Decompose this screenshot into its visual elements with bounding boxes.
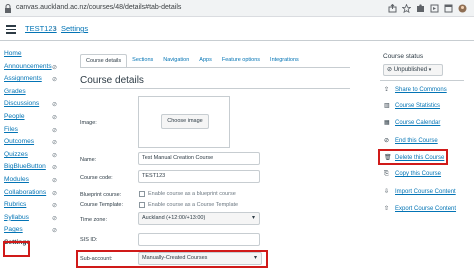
timezone-select[interactable]: Auckland (+12:00/+13:00) ▾ [138,212,260,225]
hidden-eye-icon: ⊘ [52,127,58,134]
star-icon[interactable] [402,4,411,13]
nav-item-rubrics[interactable]: Rubrics ⊘ [4,201,64,214]
nav-item-home[interactable]: Home [4,50,64,63]
unpublished-label: Unpublished [393,67,428,73]
copy-icon: ⎘ [384,171,389,177]
sidebar-divider [380,80,464,81]
tab-course-details[interactable]: Course details [80,54,128,68]
course-status-heading: Course status [383,53,424,60]
nav-item-modules[interactable]: Modules ⊘ [4,176,64,189]
hidden-eye-icon: ⊘ [52,215,58,222]
hidden-eye-icon: ⊘ [52,152,58,159]
header-divider [0,40,474,41]
tab-sections[interactable]: Sections [127,54,158,68]
hidden-eye-icon: ⊘ [52,165,58,172]
chevron-down-icon: ▾ [251,215,255,221]
nav-item-collaborations[interactable]: Collaborations ⊘ [4,189,64,202]
lock-icon [5,4,11,13]
tab-apps[interactable]: Apps [194,54,217,68]
import-course-content-link[interactable]: ⇩ Import Course Content [384,188,456,195]
highlight-delete-box [378,149,448,165]
tab-navigation[interactable]: Navigation [158,54,194,68]
end-icon: ⊘ [384,138,390,144]
hidden-eye-icon: ⊘ [52,77,58,84]
course-navigation: Home Announcements ⊘ Assignments ⊘ Grades … [4,50,64,252]
hidden-eye-icon: ⊘ [52,140,58,147]
hidden-eye-icon: ⊘ [52,177,58,184]
import-icon: ⇩ [384,189,390,195]
course-code-input[interactable]: TEST123 [138,170,260,183]
nav-item-discussions[interactable]: Discussions ⊘ [4,100,64,113]
chevron-down-icon: ▾ [428,67,432,73]
course-code-label: Course code: [80,175,113,181]
timezone-value: Auckland (+12:00/+13:00) [142,215,206,221]
menu-icon[interactable] [6,25,16,34]
nav-item-pages[interactable]: Pages ⊘ [4,226,64,239]
export-course-content-link[interactable]: ⇧ Export Course Content [384,205,456,212]
hidden-eye-icon: ⊘ [52,114,58,121]
calendar-icon: ▦ [384,120,390,126]
course-calendar-link[interactable]: ▦ Course Calendar [384,119,440,126]
extension-icon[interactable] [416,4,425,13]
copy-course-link[interactable]: ⎘ Copy this Course [384,171,441,178]
blueprint-checkbox[interactable] [139,191,145,197]
share-to-commons-link[interactable]: ⇪ Share to Commons [384,86,447,93]
tabs-divider [80,67,350,68]
template-label: Course Template: [80,202,124,208]
template-checkbox[interactable] [139,202,145,208]
share-page-icon[interactable] [388,4,397,13]
hidden-eye-icon: ⊘ [52,203,58,210]
nav-item-bigbluebutton[interactable]: BigBlueButton ⊘ [4,163,64,176]
tab-integrations[interactable]: Integrations [265,54,304,68]
hidden-eye-icon: ⊘ [52,190,58,197]
breadcrumb-separator: › [54,24,57,33]
blueprint-label: Blueprint course: [80,192,122,198]
share-icon: ⇪ [384,87,390,93]
nav-item-syllabus[interactable]: Syllabus ⊘ [4,214,64,227]
unpublished-icon: ⊘ [387,67,393,73]
tab-feature-options[interactable]: Feature options [217,54,265,68]
window-icon[interactable] [444,4,453,13]
settings-tabs: Course details Sections Navigation Apps … [80,54,304,68]
course-statistics-link[interactable]: ▥ Course Statistics [384,102,440,109]
export-icon: ⇧ [384,206,390,212]
nav-item-grades[interactable]: Grades [4,88,64,101]
blueprint-checkbox-label: Enable course as a blueprint course [148,191,236,197]
page-title: Course details [80,75,144,86]
stats-icon: ▥ [384,103,390,109]
hidden-eye-icon: ⊘ [52,102,58,109]
nav-item-outcomes[interactable]: Outcomes ⊘ [4,138,64,151]
choose-image-button[interactable]: Choose image [161,114,209,129]
nav-item-announcements[interactable]: Announcements ⊘ [4,63,64,76]
browser-address-bar[interactable]: canvas.auckland.ac.nz/courses/48/details… [0,0,474,17]
nav-item-quizzes[interactable]: Quizzes ⊘ [4,151,64,164]
course-image-box: Choose image [138,96,230,148]
nav-item-people[interactable]: People ⊘ [4,113,64,126]
course-name-input[interactable]: Test Manual Creation Course [138,152,260,165]
sis-id-label: SIS ID: [80,237,98,243]
nav-item-files[interactable]: Files ⊘ [4,126,64,139]
hidden-eye-icon: ⊘ [52,228,58,235]
url-text[interactable]: canvas.auckland.ac.nz/courses/48/details… [16,4,181,11]
hidden-eye-icon: ⊘ [52,64,58,71]
timezone-label: Time zone: [80,217,108,223]
breadcrumb-settings[interactable]: Settings [61,24,88,33]
media-icon[interactable] [430,4,439,13]
highlight-settings-box [3,241,30,257]
end-course-link[interactable]: ⊘ End this Course [384,137,438,144]
nav-item-assignments[interactable]: Assignments ⊘ [4,75,64,88]
sis-id-input[interactable] [138,233,260,246]
unpublished-button[interactable]: ⊘ Unpublished ▾ [383,64,443,76]
image-label: Image: [80,120,97,126]
profile-icon[interactable] [458,4,467,13]
name-label: Name: [80,157,97,163]
breadcrumb-course[interactable]: TEST123 [25,24,57,33]
template-checkbox-label: Enable course as a Course Template [148,202,239,208]
highlight-sub-account-box [76,250,268,268]
title-divider [80,88,350,89]
